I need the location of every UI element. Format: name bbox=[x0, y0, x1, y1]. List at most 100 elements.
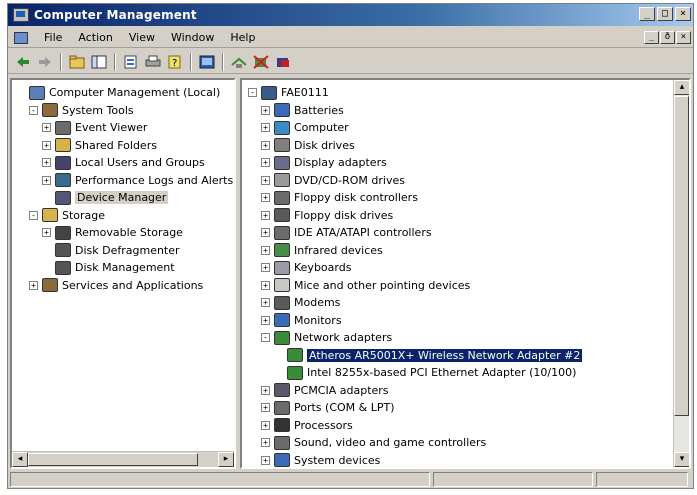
device-tree-node[interactable]: + Keyboards bbox=[261, 259, 351, 276]
menu-help[interactable]: Help bbox=[222, 31, 263, 44]
menu-action[interactable]: Action bbox=[70, 31, 120, 44]
expand-icon[interactable]: + bbox=[261, 175, 270, 185]
device-tree-node[interactable]: + Floppy disk controllers bbox=[261, 189, 418, 206]
expand-icon[interactable]: + bbox=[261, 210, 270, 220]
tree-node-label: Atheros AR5001X+ Wireless Network Adapte… bbox=[307, 348, 583, 362]
expand-icon[interactable]: + bbox=[261, 228, 270, 237]
show-tree-icon[interactable] bbox=[90, 53, 108, 71]
device-tree-node[interactable]: + Display adapters bbox=[261, 154, 387, 171]
expand-icon[interactable]: + bbox=[261, 140, 270, 150]
device-tree-node[interactable]: - Network adapters bbox=[261, 329, 392, 346]
device-tree-node[interactable]: - FAE0111 bbox=[248, 84, 329, 101]
back-arrow-icon[interactable] bbox=[14, 53, 32, 71]
child-minimize-button[interactable]: _ bbox=[644, 31, 659, 44]
scroll-thumb[interactable] bbox=[28, 453, 198, 466]
device-tree-node[interactable]: + Computer bbox=[261, 119, 349, 136]
disable-device-icon[interactable] bbox=[252, 53, 270, 71]
console-tree-node[interactable]: + Shared Folders bbox=[42, 137, 157, 154]
collapse-icon[interactable]: - bbox=[261, 333, 270, 342]
device-tree-node[interactable]: + Batteries bbox=[261, 102, 344, 119]
console-tree-node[interactable]: Computer Management (Local) bbox=[16, 84, 220, 101]
device-tree-node[interactable]: Atheros AR5001X+ Wireless Network Adapte… bbox=[274, 347, 583, 364]
vertical-scroll-thumb[interactable] bbox=[674, 96, 689, 416]
expand-icon[interactable]: + bbox=[42, 175, 51, 185]
scroll-right-button[interactable]: ▸ bbox=[218, 452, 234, 467]
console-tree-node[interactable]: + Local Users and Groups bbox=[42, 154, 205, 171]
device-tree-node[interactable]: + Ports (COM & LPT) bbox=[261, 399, 395, 416]
expand-icon[interactable]: + bbox=[261, 158, 270, 167]
device-tree-node[interactable]: + DVD/CD-ROM drives bbox=[261, 172, 405, 189]
console-tree-node[interactable]: Device Manager bbox=[42, 189, 169, 206]
minimize-button[interactable]: _ bbox=[639, 7, 655, 21]
device-tree-node[interactable]: + Modems bbox=[261, 294, 340, 311]
menu-window[interactable]: Window bbox=[163, 31, 222, 44]
expand-icon[interactable]: + bbox=[261, 455, 270, 465]
expand-icon[interactable]: + bbox=[261, 105, 270, 115]
tree-node-label: Disk drives bbox=[294, 138, 355, 152]
close-button[interactable]: × bbox=[675, 7, 691, 21]
device-tree-node[interactable]: + Processors bbox=[261, 417, 353, 434]
properties-icon[interactable] bbox=[122, 53, 140, 71]
expand-icon[interactable]: + bbox=[261, 438, 270, 447]
child-close-button[interactable]: × bbox=[676, 31, 691, 44]
expand-icon[interactable]: + bbox=[261, 280, 270, 290]
scan-hardware-icon[interactable] bbox=[230, 53, 248, 71]
collapse-icon[interactable]: - bbox=[248, 88, 257, 97]
console-tree-node[interactable]: Disk Management bbox=[42, 259, 175, 276]
expand-icon[interactable]: + bbox=[261, 403, 270, 412]
tree-node-label: Shared Folders bbox=[75, 138, 157, 152]
console-tree-node[interactable]: + Removable Storage bbox=[42, 224, 183, 241]
expand-icon[interactable]: + bbox=[261, 298, 270, 307]
uninstall-device-icon[interactable] bbox=[274, 53, 292, 71]
expand-icon[interactable]: + bbox=[261, 263, 270, 272]
console-icon[interactable] bbox=[198, 53, 216, 71]
expand-icon[interactable]: + bbox=[261, 420, 270, 430]
device-tree-node[interactable]: + PCMCIA adapters bbox=[261, 382, 389, 399]
device-tree-node[interactable]: + Floppy disk drives bbox=[261, 207, 393, 224]
collapse-icon[interactable]: - bbox=[29, 105, 38, 115]
scroll-down-button[interactable]: ▾ bbox=[674, 452, 689, 467]
console-tree-node[interactable]: - Storage bbox=[29, 207, 105, 224]
maximize-button[interactable]: □ bbox=[657, 7, 673, 21]
up-folder-icon[interactable] bbox=[68, 53, 86, 71]
expand-icon[interactable]: + bbox=[42, 158, 51, 167]
expand-icon[interactable]: + bbox=[261, 245, 270, 255]
menu-view[interactable]: View bbox=[121, 31, 163, 44]
device-tree-node[interactable]: + IDE ATA/ATAPI controllers bbox=[261, 224, 432, 241]
device-tree-node[interactable]: + System devices bbox=[261, 452, 380, 467]
scroll-left-button[interactable]: ◂ bbox=[12, 452, 28, 467]
console-tree-node[interactable]: + Performance Logs and Alerts bbox=[42, 172, 233, 189]
print-icon[interactable] bbox=[144, 53, 162, 71]
console-tree-pane[interactable]: Computer Management (Local) - System Tools… bbox=[10, 78, 236, 469]
expand-icon[interactable]: + bbox=[29, 280, 38, 290]
expand-icon[interactable]: + bbox=[261, 193, 270, 202]
expand-icon[interactable]: + bbox=[261, 385, 270, 395]
vertical-scrollbar[interactable]: ▴ ▾ bbox=[673, 80, 689, 467]
device-tree-node[interactable]: + Mice and other pointing devices bbox=[261, 277, 470, 294]
expand-icon[interactable]: + bbox=[42, 123, 51, 132]
device-tree-node[interactable]: + Monitors bbox=[261, 312, 342, 329]
device-tree-node[interactable]: + Infrared devices bbox=[261, 242, 383, 259]
expand-icon[interactable]: + bbox=[42, 140, 51, 150]
expand-icon[interactable]: + bbox=[261, 315, 270, 325]
expand-icon[interactable]: + bbox=[42, 228, 51, 237]
scroll-up-button[interactable]: ▴ bbox=[674, 80, 689, 95]
menu-file[interactable]: File bbox=[36, 31, 70, 44]
console-tree-node[interactable]: - System Tools bbox=[29, 102, 134, 119]
device-tree-node[interactable]: + Disk drives bbox=[261, 137, 355, 154]
console-tree-node[interactable]: + Services and Applications bbox=[29, 277, 203, 294]
console-tree-node[interactable]: Disk Defragmenter bbox=[42, 242, 180, 259]
help-icon[interactable]: ? bbox=[166, 53, 184, 71]
status-bar bbox=[10, 472, 691, 488]
horizontal-scrollbar[interactable]: ◂ ▸ bbox=[12, 451, 234, 467]
device-tree-node[interactable]: + Sound, video and game controllers bbox=[261, 434, 486, 451]
child-restore-button[interactable]: ð bbox=[660, 31, 675, 44]
device-tree-node[interactable]: Intel 8255x-based PCI Ethernet Adapter (… bbox=[274, 364, 576, 381]
device-manager-pane[interactable]: - FAE0111 + Batteries + Computer + Disk drives +… bbox=[240, 78, 691, 469]
expand-icon[interactable]: + bbox=[261, 123, 270, 132]
console-window-icon[interactable] bbox=[14, 31, 28, 44]
collapse-icon[interactable]: - bbox=[29, 210, 38, 220]
console-tree-node[interactable]: + Event Viewer bbox=[42, 119, 147, 136]
title-bar[interactable]: Computer Management _ □ × bbox=[8, 4, 693, 26]
forward-arrow-icon[interactable] bbox=[36, 53, 54, 71]
